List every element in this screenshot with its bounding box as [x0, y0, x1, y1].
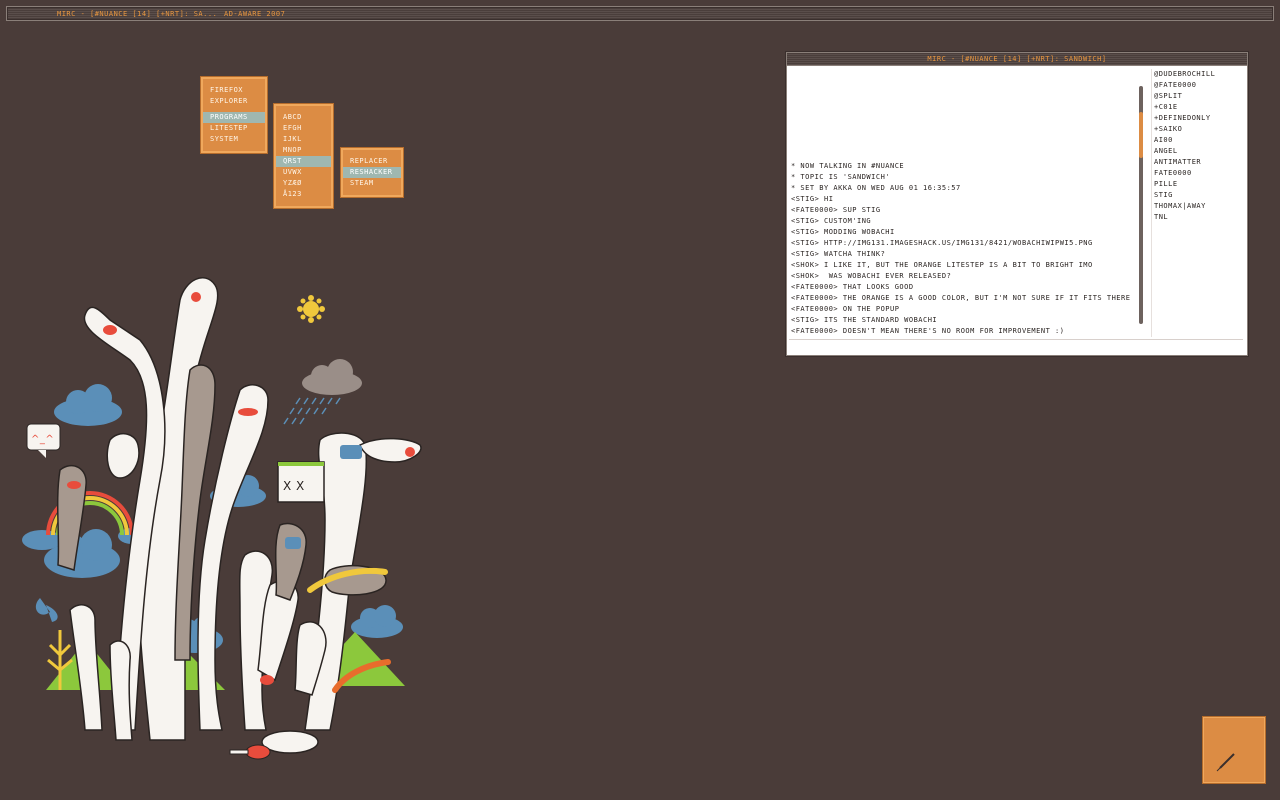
menu-item-efgh[interactable]: EFGH — [276, 123, 331, 134]
menu-item-firefox[interactable]: Firefox — [203, 85, 265, 96]
menu-item-reshacker[interactable]: ResHacker — [343, 167, 401, 178]
pen-icon — [1216, 753, 1235, 772]
nick-list-item[interactable]: fate0000 — [1154, 168, 1248, 179]
menu-item-mnop[interactable]: MNOP — [276, 145, 331, 156]
svg-text:x x: x x — [283, 479, 305, 493]
popup-menu-qrst: Replacer ResHacker Steam — [341, 148, 403, 197]
menu-item-steam[interactable]: Steam — [343, 178, 401, 189]
menu-item-yzae[interactable]: YZÆØ — [276, 178, 331, 189]
nick-list-item[interactable]: +c01e — [1154, 102, 1248, 113]
menu-item-ijkl[interactable]: IJKL — [276, 134, 331, 145]
nick-list-item[interactable]: +saiko — [1154, 124, 1248, 135]
chat-line: <stig> modding wobachi — [791, 228, 895, 236]
chat-line: * Set by akka on Wed Aug 01 16:35:57 — [791, 184, 961, 192]
window-title[interactable]: mIRC - [#nuance [14] [+nrt]: sandwich] — [787, 53, 1247, 66]
menu-item-litestep[interactable]: Litestep — [203, 123, 265, 134]
chat-scrollbar[interactable] — [1139, 86, 1143, 324]
chat-line: <shok> i like it, but the orange liteste… — [791, 261, 1093, 269]
green-hills — [46, 632, 405, 690]
menu-item-system[interactable]: System — [203, 134, 265, 145]
chat-line: <stig> its the standard wobachi — [791, 316, 938, 324]
chat-line: <fate0000> doesn't mean there's no room … — [791, 327, 1065, 335]
chat-line: <stig> custom'ing — [791, 217, 872, 225]
nick-list-item[interactable]: pille — [1154, 179, 1248, 190]
menu-item-uvwx[interactable]: UVWX — [276, 167, 331, 178]
mirc-window: mIRC - [#nuance [14] [+nrt]: sandwich] *… — [786, 52, 1248, 356]
menu-item-explorer[interactable]: Explorer — [203, 96, 265, 107]
chat-line: <shok> was wobachi ever released? — [791, 272, 952, 280]
popup-menu-main: Firefox Explorer Programs Litestep Syste… — [201, 77, 267, 153]
box-face: x x — [277, 461, 325, 503]
menu-item-abcd[interactable]: ABCD — [276, 112, 331, 123]
rain-cloud-icon — [283, 359, 362, 425]
menu-item-replacer[interactable]: Replacer — [343, 156, 401, 167]
nick-list-item[interactable]: @dudebrochill — [1154, 69, 1248, 80]
chat-line: <fate0000> on the popup — [791, 305, 900, 313]
scrollbar-thumb[interactable] — [1139, 112, 1143, 158]
svg-text:^_^: ^_^ — [31, 434, 54, 445]
message-input[interactable] — [789, 339, 1243, 352]
chat-line: * Now talking in #nuance — [791, 162, 905, 170]
speech-bubble-face: ^_^ — [26, 423, 61, 458]
nick-list-item[interactable]: @fate0000 — [1154, 80, 1248, 91]
chat-line: <stig> watcha think? — [791, 250, 886, 258]
nick-list-item[interactable]: stig — [1154, 190, 1248, 201]
nick-list-item[interactable]: tnl — [1154, 212, 1248, 223]
chat-line: <stig> http://img131.imageshack.us/img13… — [791, 239, 1093, 247]
nick-list: @dudebrochill @fate0000 @split +c01e +define… — [1151, 69, 1248, 337]
menu-item-a123[interactable]: Å123 — [276, 189, 331, 200]
nick-list-item[interactable]: @split — [1154, 91, 1248, 102]
nick-list-item[interactable]: angel — [1154, 146, 1248, 157]
chat-line: <fate0000> that looks good — [791, 283, 914, 291]
chat-line: <stig> hi — [791, 195, 834, 203]
water-drops — [35, 598, 58, 622]
chat-log: * Now talking in #nuance * Topic is 'sand… — [791, 71, 1139, 337]
chat-line: <fate0000> sup stig — [791, 206, 881, 214]
chat-line: * Topic is 'sandwich' — [791, 173, 891, 181]
nick-list-item[interactable]: +definedonly — [1154, 113, 1248, 124]
nick-list-item[interactable]: thomax|away — [1154, 201, 1248, 212]
popup-menu-programs: ABCD EFGH IJKL MNOP QRST UVWX YZÆØ Å123 — [274, 104, 333, 208]
chat-line: <fate0000> the orange is a good color, b… — [791, 294, 1131, 302]
nick-list-item[interactable]: antimatter — [1154, 157, 1248, 168]
crawling-creature — [229, 730, 319, 760]
menu-item-programs[interactable]: Programs — [203, 112, 265, 123]
menu-item-qrst[interactable]: QRST — [276, 156, 331, 167]
quick-launch-button[interactable] — [1203, 717, 1265, 783]
sun-icon — [297, 295, 325, 323]
nick-list-item[interactable]: ai00 — [1154, 135, 1248, 146]
